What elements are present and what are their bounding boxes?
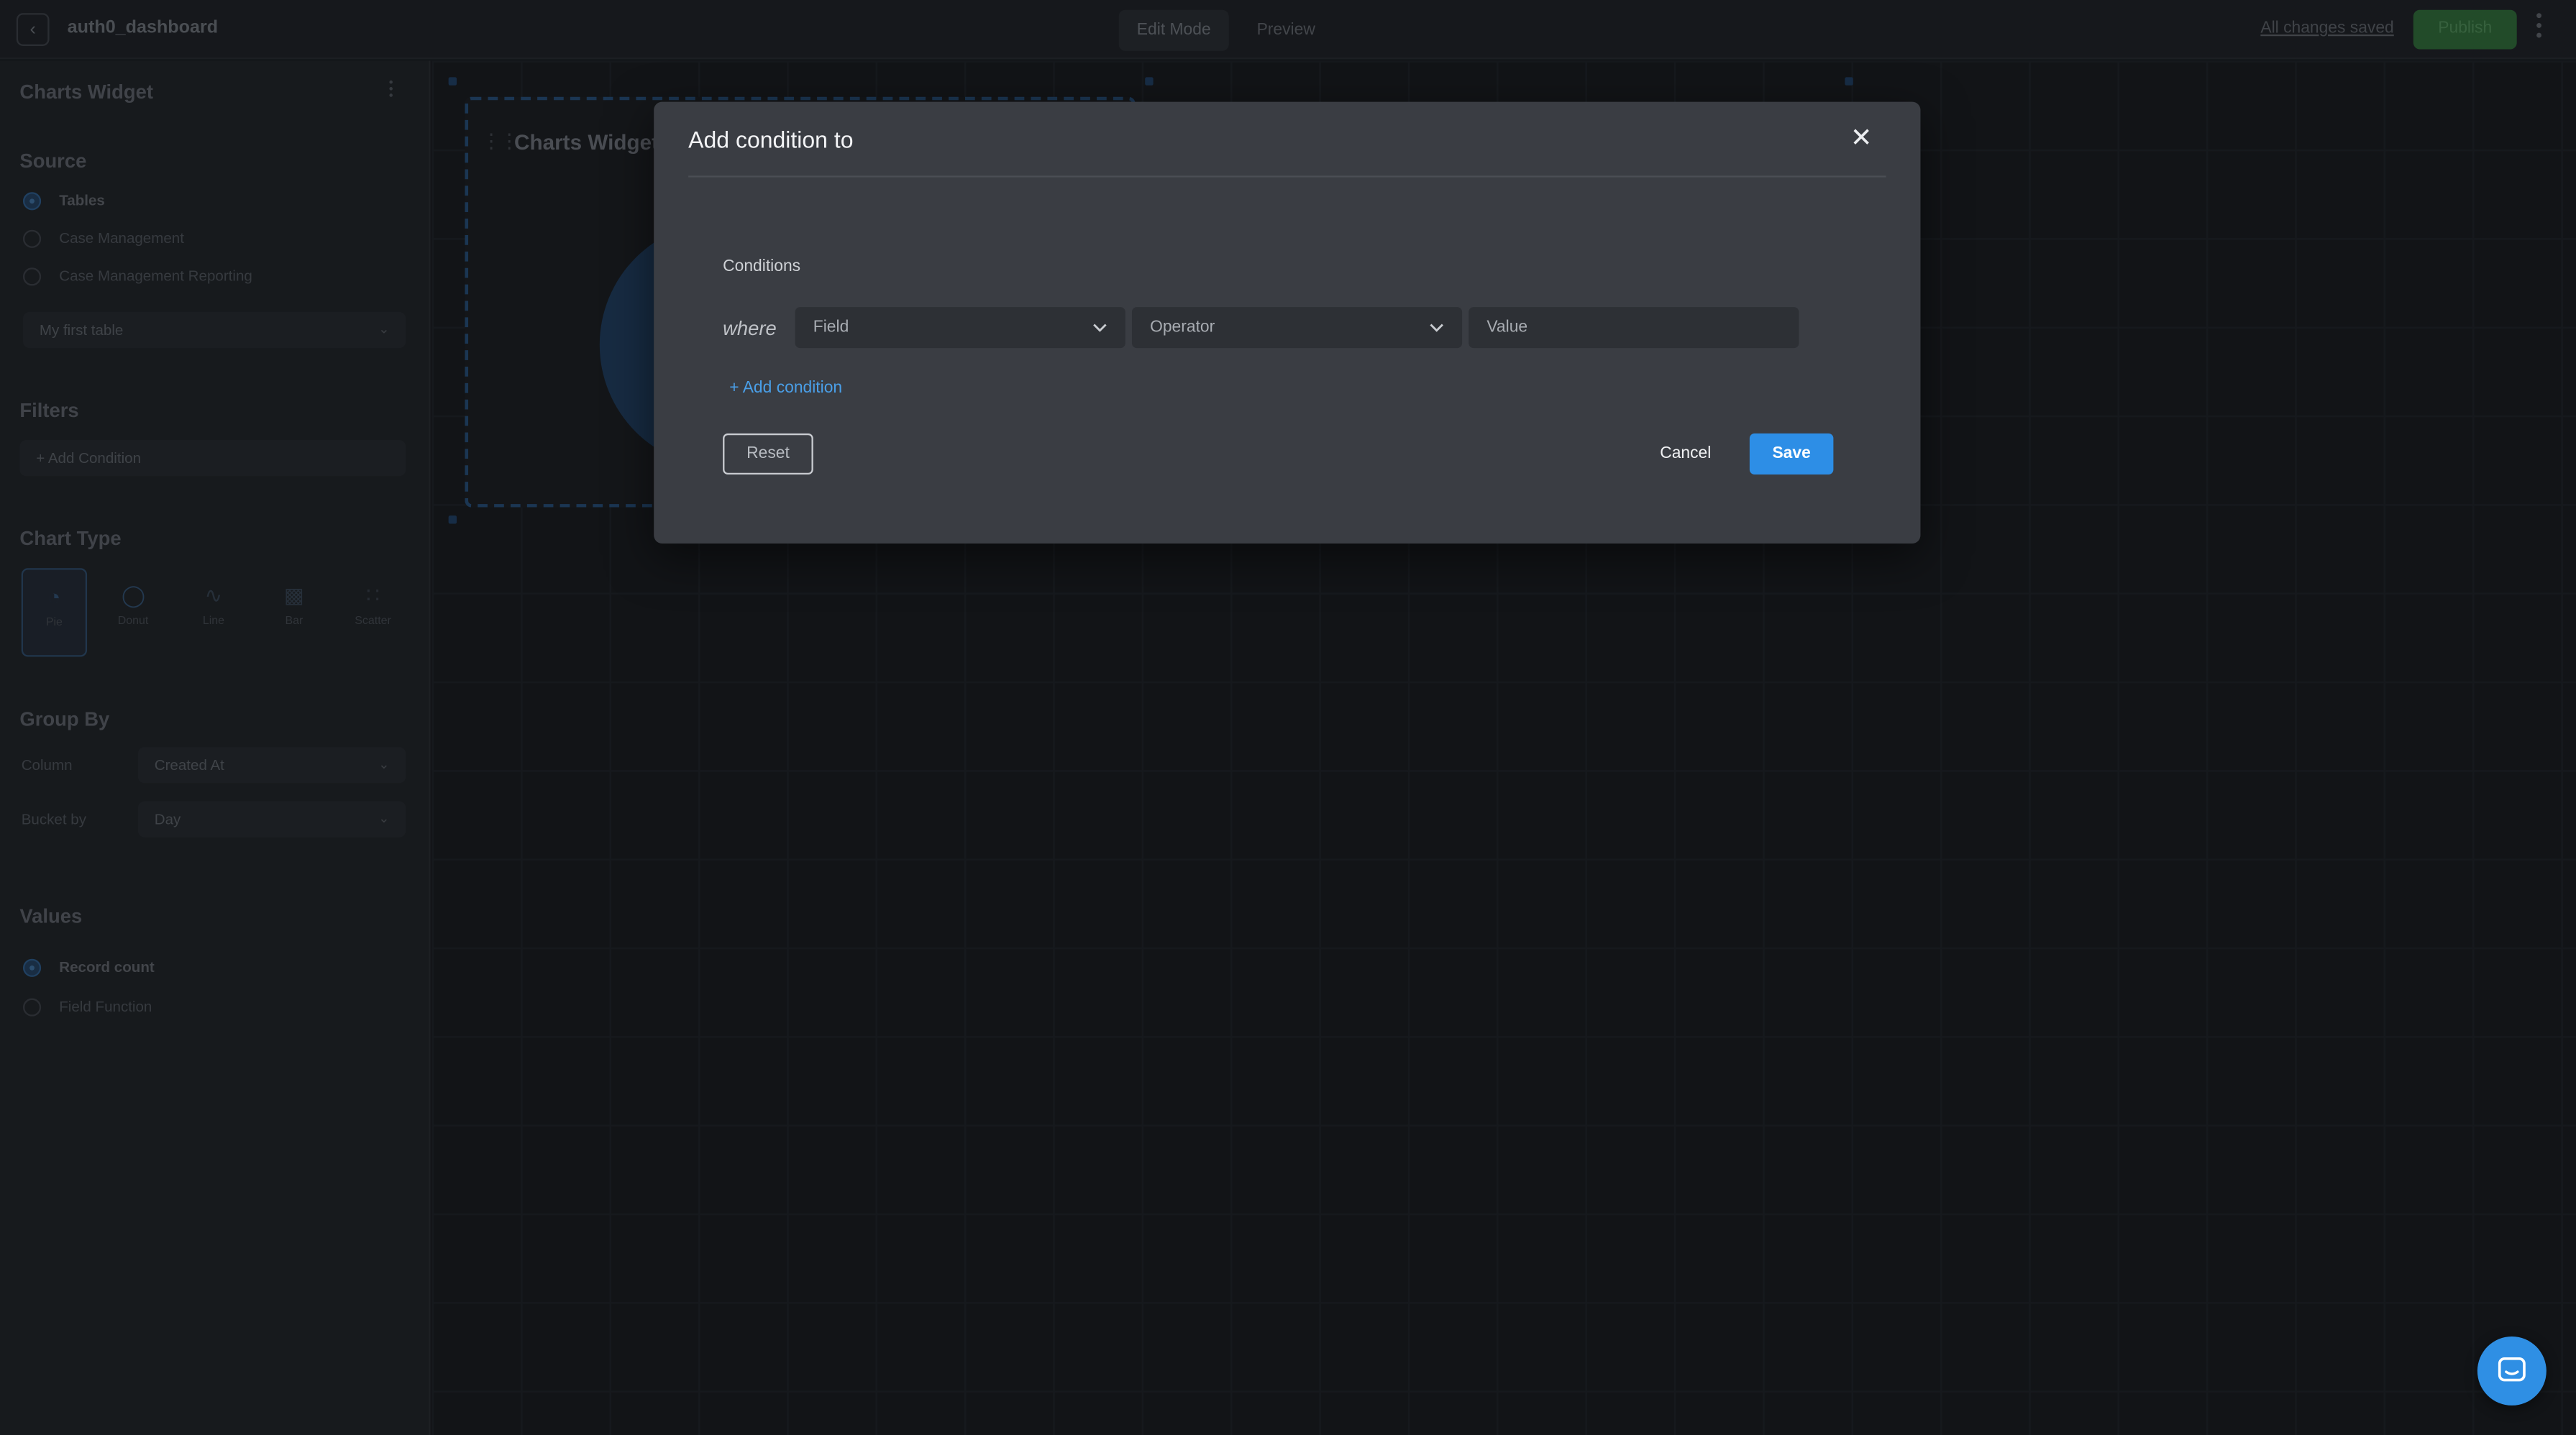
where-label: where (723, 316, 777, 340)
field-select[interactable]: Field (795, 307, 1125, 349)
chevron-down-icon (1093, 324, 1107, 332)
save-button[interactable]: Save (1749, 433, 1834, 475)
add-condition-link[interactable]: + Add condition (729, 380, 842, 398)
chevron-down-icon (1430, 324, 1443, 332)
value-input-placeholder: Value (1486, 318, 1528, 337)
chat-icon (2498, 1357, 2526, 1382)
operator-select[interactable]: Operator (1131, 307, 1463, 349)
dialog-title: Add condition to (688, 126, 854, 153)
close-icon[interactable]: ✕ (1845, 125, 1878, 155)
conditions-label: Conditions (723, 257, 801, 276)
reset-button[interactable]: Reset (723, 433, 813, 475)
add-condition-dialog: Add condition to ✕ Conditions where Fiel… (654, 101, 1921, 544)
operator-select-placeholder: Operator (1150, 318, 1215, 337)
chat-launcher-button[interactable] (2477, 1337, 2547, 1406)
divider (688, 175, 1886, 178)
field-select-placeholder: Field (813, 318, 849, 337)
cancel-button[interactable]: Cancel (1645, 434, 1727, 474)
value-input[interactable]: Value (1469, 307, 1799, 349)
